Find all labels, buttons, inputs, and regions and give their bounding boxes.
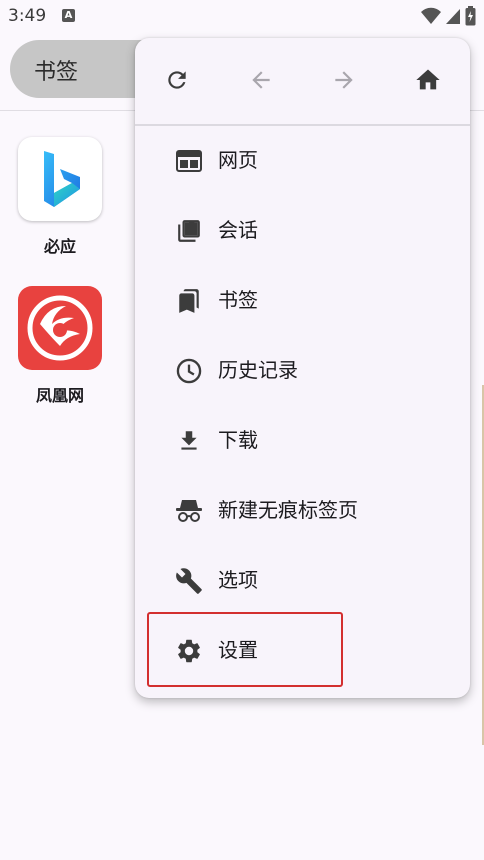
battery-icon xyxy=(465,6,476,26)
menu-item-label: 会话 xyxy=(218,218,258,242)
menu-nav-bar xyxy=(135,38,470,124)
home-icon xyxy=(416,69,440,90)
status-time: 3:49 xyxy=(8,6,47,26)
web-page-icon xyxy=(175,147,203,175)
overflow-menu: 网页 会话 书签 历史记录 下载 新建无痕标签页 选项 设置 xyxy=(135,38,470,698)
wrench-icon xyxy=(175,567,203,595)
bookmark-icon xyxy=(175,287,203,315)
sessions-icon xyxy=(175,217,203,245)
menu-item-label: 历史记录 xyxy=(218,358,298,382)
menu-item-web-page[interactable]: 网页 xyxy=(135,130,470,190)
forward-button[interactable] xyxy=(324,60,364,100)
arrow-back-icon xyxy=(252,71,270,89)
menu-item-history[interactable]: 历史记录 xyxy=(135,340,470,400)
reload-button[interactable] xyxy=(157,60,197,100)
shortcut-ifeng[interactable]: 凤凰网 xyxy=(15,286,105,406)
bing-logo-icon xyxy=(18,137,102,221)
reload-icon xyxy=(168,71,186,89)
menu-item-label: 网页 xyxy=(218,148,258,172)
history-clock-icon xyxy=(175,357,203,385)
ifeng-logo-icon xyxy=(18,286,102,370)
menu-item-label: 下载 xyxy=(218,428,258,452)
menu-item-new-incognito-tab[interactable]: 新建无痕标签页 xyxy=(135,480,470,540)
signal-icon xyxy=(446,9,460,24)
status-bar: 3:49 A xyxy=(0,0,484,34)
shortcut-label: 凤凰网 xyxy=(35,386,84,405)
back-button[interactable] xyxy=(241,60,281,100)
home-button[interactable] xyxy=(408,60,448,100)
menu-item-label: 新建无痕标签页 xyxy=(218,498,358,522)
arrow-forward-icon xyxy=(335,71,353,89)
incognito-icon xyxy=(175,497,203,525)
menu-item-bookmarks[interactable]: 书签 xyxy=(135,270,470,330)
wifi-icon xyxy=(421,7,441,24)
menu-item-options[interactable]: 选项 xyxy=(135,550,470,610)
menu-item-label: 书签 xyxy=(218,288,258,312)
menu-item-downloads[interactable]: 下载 xyxy=(135,410,470,470)
notification-icon: A xyxy=(62,9,75,22)
shortcut-label: 必应 xyxy=(43,237,76,256)
status-icons xyxy=(421,6,476,26)
shortcut-bing[interactable]: 必应 xyxy=(15,137,105,257)
highlight-box xyxy=(147,612,343,687)
menu-item-sessions[interactable]: 会话 xyxy=(135,200,470,260)
download-icon xyxy=(175,427,203,455)
menu-item-label: 选项 xyxy=(218,568,258,592)
tab-title: 书签 xyxy=(34,60,79,85)
menu-divider xyxy=(135,124,470,126)
